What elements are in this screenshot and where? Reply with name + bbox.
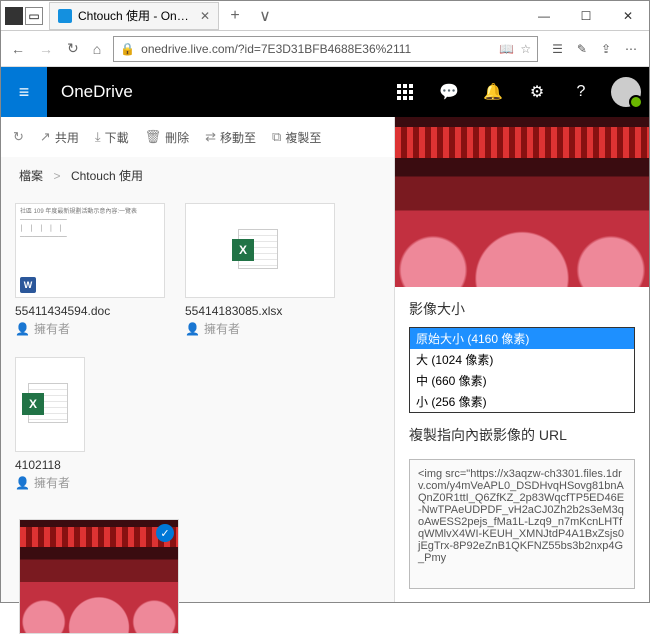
- share-button[interactable]: ↗共用: [40, 129, 79, 146]
- app-icon: [5, 7, 23, 25]
- size-option[interactable]: 原始大小 (4160 像素): [410, 328, 634, 349]
- selected-check-icon[interactable]: ✓: [156, 524, 174, 542]
- breadcrumb-current: Chtouch 使用: [71, 169, 143, 183]
- favorite-star-icon[interactable]: ☆: [520, 42, 531, 56]
- hub-icon[interactable]: ☰: [552, 42, 563, 56]
- doc-thumbnail: 社區 109 年度最新規劃活動示意內容:一覽表───────────│ │ │ …: [16, 204, 164, 297]
- reading-mode-icon[interactable]: 📖: [499, 42, 514, 56]
- file-item[interactable]: 55414183085.xlsx 👤擁有者: [185, 203, 335, 337]
- file-owner: 👤擁有者: [185, 320, 335, 337]
- window-titlebar: ▭ Chtouch 使用 - OneDriv ✕ + ∨ — ☐ ✕: [1, 1, 649, 31]
- selected-photo-item[interactable]: ✓: [19, 519, 179, 634]
- details-pane: 影像大小 原始大小 (4160 像素) 大 (1024 像素) 中 (660 像…: [394, 117, 649, 602]
- embed-code-box[interactable]: <img src="https://x3aqzw-ch3301.files.1d…: [409, 459, 635, 589]
- file-name: 55411434594.doc: [15, 304, 165, 318]
- size-option[interactable]: 中 (660 像素): [410, 370, 634, 391]
- embed-url-label: 複製指向內嵌影像的 URL: [395, 413, 649, 453]
- url-input[interactable]: [141, 42, 493, 56]
- excel-thumbnail: [238, 229, 282, 273]
- move-button[interactable]: ⇄移動至: [205, 129, 256, 146]
- tab-title: Chtouch 使用 - OneDriv: [78, 7, 194, 24]
- command-bar: ↻ ↗共用 ⤓下載 🗑刪除 ⇄移動至 ⧉複製至: [1, 117, 394, 157]
- lock-icon: 🔒: [120, 42, 135, 56]
- image-size-label: 影像大小: [395, 287, 649, 327]
- file-item[interactable]: 社區 109 年度最新規劃活動示意內容:一覽表───────────│ │ │ …: [15, 203, 165, 337]
- copy-button[interactable]: ⧉複製至: [272, 129, 321, 146]
- size-option[interactable]: 大 (1024 像素): [410, 349, 634, 370]
- tab-close-icon[interactable]: ✕: [200, 9, 210, 23]
- chat-icon[interactable]: 💬: [427, 67, 471, 117]
- file-owner: 👤擁有者: [15, 320, 165, 337]
- word-badge-icon: W: [20, 277, 36, 293]
- breadcrumb-sep: >: [53, 169, 60, 183]
- settings-gear-icon[interactable]: ⚙: [515, 67, 559, 117]
- address-bar[interactable]: 🔒 📖 ☆: [113, 36, 538, 62]
- browser-toolbar: ← → ↻ ⌂ 🔒 📖 ☆ ☰ ✎ ⇪ ⋯: [1, 31, 649, 67]
- excel-thumbnail: [28, 383, 72, 427]
- delete-button[interactable]: 🗑刪除: [145, 129, 190, 146]
- photo-preview: [395, 117, 649, 287]
- user-avatar[interactable]: [611, 77, 641, 107]
- forward-button: →: [37, 39, 55, 59]
- notes-icon[interactable]: ✎: [577, 42, 587, 56]
- open-button[interactable]: ↻: [13, 129, 24, 145]
- onedrive-logo[interactable]: OneDrive: [47, 82, 133, 102]
- refresh-button[interactable]: ↻: [65, 38, 81, 59]
- help-icon[interactable]: ?: [559, 67, 603, 117]
- new-tab-button[interactable]: +: [221, 7, 249, 25]
- more-icon[interactable]: ⋯: [625, 42, 637, 56]
- breadcrumb-root[interactable]: 檔案: [19, 169, 43, 183]
- onedrive-favicon: [58, 9, 72, 23]
- window-minimize-button[interactable]: —: [523, 1, 565, 31]
- notifications-icon[interactable]: 🔔: [471, 67, 515, 117]
- file-list-pane: ↻ ↗共用 ⤓下載 🗑刪除 ⇄移動至 ⧉複製至 檔案 > Chtouch 使用 …: [1, 117, 394, 602]
- onedrive-header: ≡ OneDrive 💬 🔔 ⚙ ?: [1, 67, 649, 117]
- file-item[interactable]: 4102118 👤擁有者: [15, 357, 85, 491]
- photo-thumbnail: [20, 520, 178, 633]
- back-button[interactable]: ←: [9, 39, 27, 59]
- window-close-button[interactable]: ✕: [607, 1, 649, 31]
- app-launcher-button[interactable]: ≡: [1, 67, 47, 117]
- image-size-select[interactable]: 原始大小 (4160 像素) 大 (1024 像素) 中 (660 像素) 小 …: [409, 327, 635, 413]
- file-name: 4102118: [15, 458, 85, 472]
- browser-tab[interactable]: Chtouch 使用 - OneDriv ✕: [49, 2, 219, 30]
- waffle-icon[interactable]: [383, 67, 427, 117]
- size-option[interactable]: 小 (256 像素): [410, 391, 634, 412]
- breadcrumb: 檔案 > Chtouch 使用: [1, 157, 394, 195]
- download-button[interactable]: ⤓下載: [95, 129, 129, 146]
- file-owner: 👤擁有者: [15, 474, 85, 491]
- taskview-icon[interactable]: ▭: [25, 7, 43, 25]
- home-button[interactable]: ⌂: [91, 39, 103, 59]
- file-name: 55414183085.xlsx: [185, 304, 335, 318]
- share-icon[interactable]: ⇪: [601, 42, 611, 56]
- window-maximize-button[interactable]: ☐: [565, 1, 607, 31]
- tab-overflow-button[interactable]: ∨: [251, 6, 279, 26]
